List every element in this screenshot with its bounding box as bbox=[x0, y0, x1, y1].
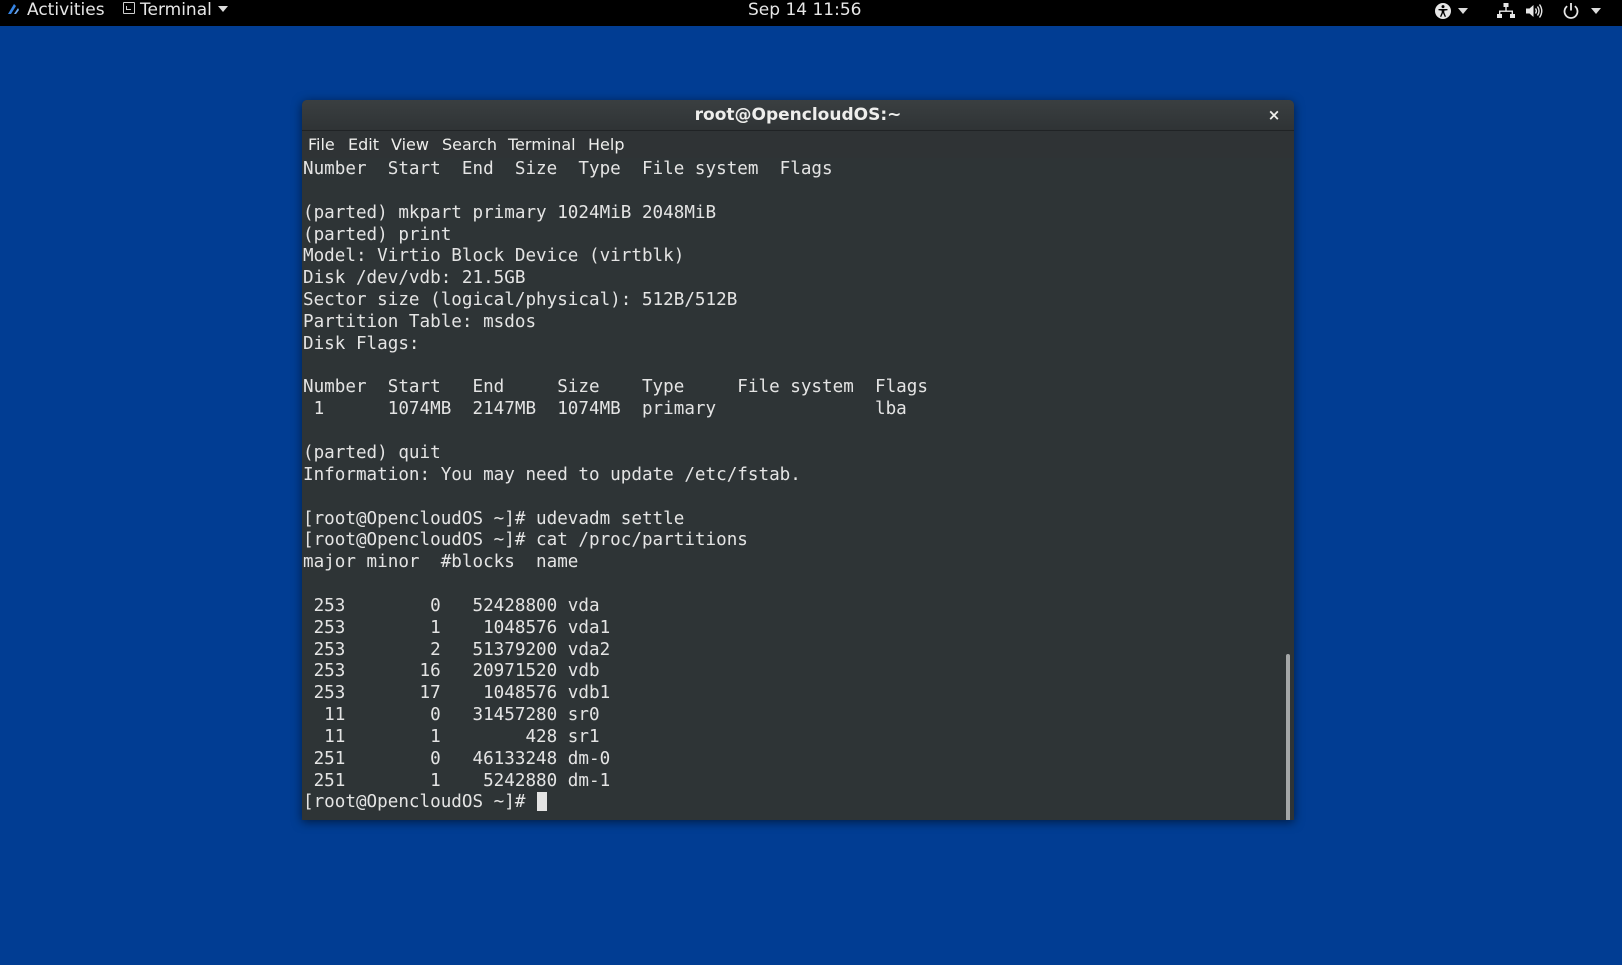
terminal-line: 253 0 52428800 vda bbox=[303, 595, 600, 616]
terminal-lines: Number Start End Size Type File system F… bbox=[302, 159, 1282, 792]
terminal-line: Disk /dev/vdb: 21.5GB bbox=[303, 268, 526, 289]
terminal-line: (parted) mkpart primary 1024MiB 2048MiB bbox=[303, 202, 717, 223]
terminal-line: 253 2 51379200 vda2 bbox=[303, 639, 611, 660]
terminal-line: 11 1 428 sr1 bbox=[303, 726, 600, 747]
terminal-scrollbar[interactable] bbox=[1282, 159, 1294, 820]
terminal-line: [root@OpencloudOS ~]# udevadm settle bbox=[303, 508, 685, 529]
terminal-line: 253 17 1048576 vdb1 bbox=[303, 683, 611, 704]
terminal-output[interactable]: Number Start End Size Type File system F… bbox=[302, 159, 1282, 820]
menu-bar: File Edit View Search Terminal Help bbox=[302, 131, 1294, 158]
menu-view[interactable]: View bbox=[391, 131, 429, 158]
system-menu-chevron-icon[interactable] bbox=[1591, 8, 1601, 14]
terminal-line: 251 1 5242880 dm-1 bbox=[303, 770, 611, 791]
terminal-line: 253 16 20971520 vdb bbox=[303, 661, 600, 682]
terminal-line: Disk Flags: bbox=[303, 333, 420, 354]
clock-button[interactable]: Sep 14 11:56 bbox=[748, 0, 861, 26]
window-titlebar[interactable]: root@OpencloudOS:~ × bbox=[302, 100, 1294, 131]
window-title: root@OpencloudOS:~ bbox=[694, 105, 902, 125]
top-bar: Activities Terminal Sep 14 11:56 bbox=[0, 0, 1622, 26]
terminal-line: [root@OpencloudOS ~]# cat /proc/partitio… bbox=[303, 530, 748, 551]
chevron-down-icon bbox=[217, 6, 228, 12]
terminal-line: 251 0 46133248 dm-0 bbox=[303, 748, 611, 769]
volume-icon[interactable] bbox=[1525, 2, 1543, 20]
text-cursor bbox=[537, 792, 548, 812]
terminal-line: Partition Table: msdos bbox=[303, 311, 537, 332]
terminal-line: Sector size (logical/physical): 512B/512… bbox=[303, 290, 738, 311]
menu-edit[interactable]: Edit bbox=[348, 131, 379, 158]
app-menu-label: Terminal bbox=[140, 0, 212, 20]
terminal-prompt-line[interactable]: [root@OpencloudOS ~]# bbox=[302, 792, 1282, 814]
menu-file[interactable]: File bbox=[308, 131, 335, 158]
menu-help[interactable]: Help bbox=[588, 131, 624, 158]
terminal-line: major minor #blocks name bbox=[303, 552, 579, 573]
activities-button[interactable]: Activities bbox=[6, 0, 105, 26]
network-icon[interactable] bbox=[1497, 2, 1515, 20]
accessibility-icon[interactable] bbox=[1434, 2, 1452, 20]
menu-terminal[interactable]: Terminal bbox=[508, 131, 576, 158]
clock-label: Sep 14 11:56 bbox=[748, 0, 862, 20]
terminal-app-icon bbox=[123, 2, 135, 14]
terminal-line: 1 1074MB 2147MB 1074MB primary lba bbox=[303, 399, 907, 420]
activities-label: Activities bbox=[27, 0, 105, 20]
terminal-line: Number Start End Size Type File system F… bbox=[303, 377, 928, 398]
terminal-line: Information: You may need to update /etc… bbox=[303, 464, 801, 485]
terminal-line: 253 1 1048576 vda1 bbox=[303, 617, 611, 638]
close-button[interactable]: × bbox=[1264, 105, 1284, 125]
app-menu-button[interactable]: Terminal bbox=[123, 0, 228, 26]
terminal-prompt: [root@OpencloudOS ~]# bbox=[303, 792, 537, 813]
terminal-line: (parted) print bbox=[303, 224, 452, 245]
terminal-line: Model: Virtio Block Device (virtblk) bbox=[303, 246, 685, 267]
terminal-window: root@OpencloudOS:~ × File Edit View Sear… bbox=[302, 100, 1294, 820]
terminal-line: 11 0 31457280 sr0 bbox=[303, 705, 600, 726]
activities-logo-icon bbox=[8, 4, 19, 14]
power-icon[interactable] bbox=[1562, 2, 1580, 20]
terminal-line: (parted) quit bbox=[303, 442, 441, 463]
menu-search[interactable]: Search bbox=[442, 131, 497, 158]
accessibility-menu-chevron-icon[interactable] bbox=[1458, 8, 1468, 14]
scrollbar-thumb[interactable] bbox=[1286, 654, 1290, 820]
terminal-line: Number Start End Size Type File system F… bbox=[303, 159, 833, 179]
